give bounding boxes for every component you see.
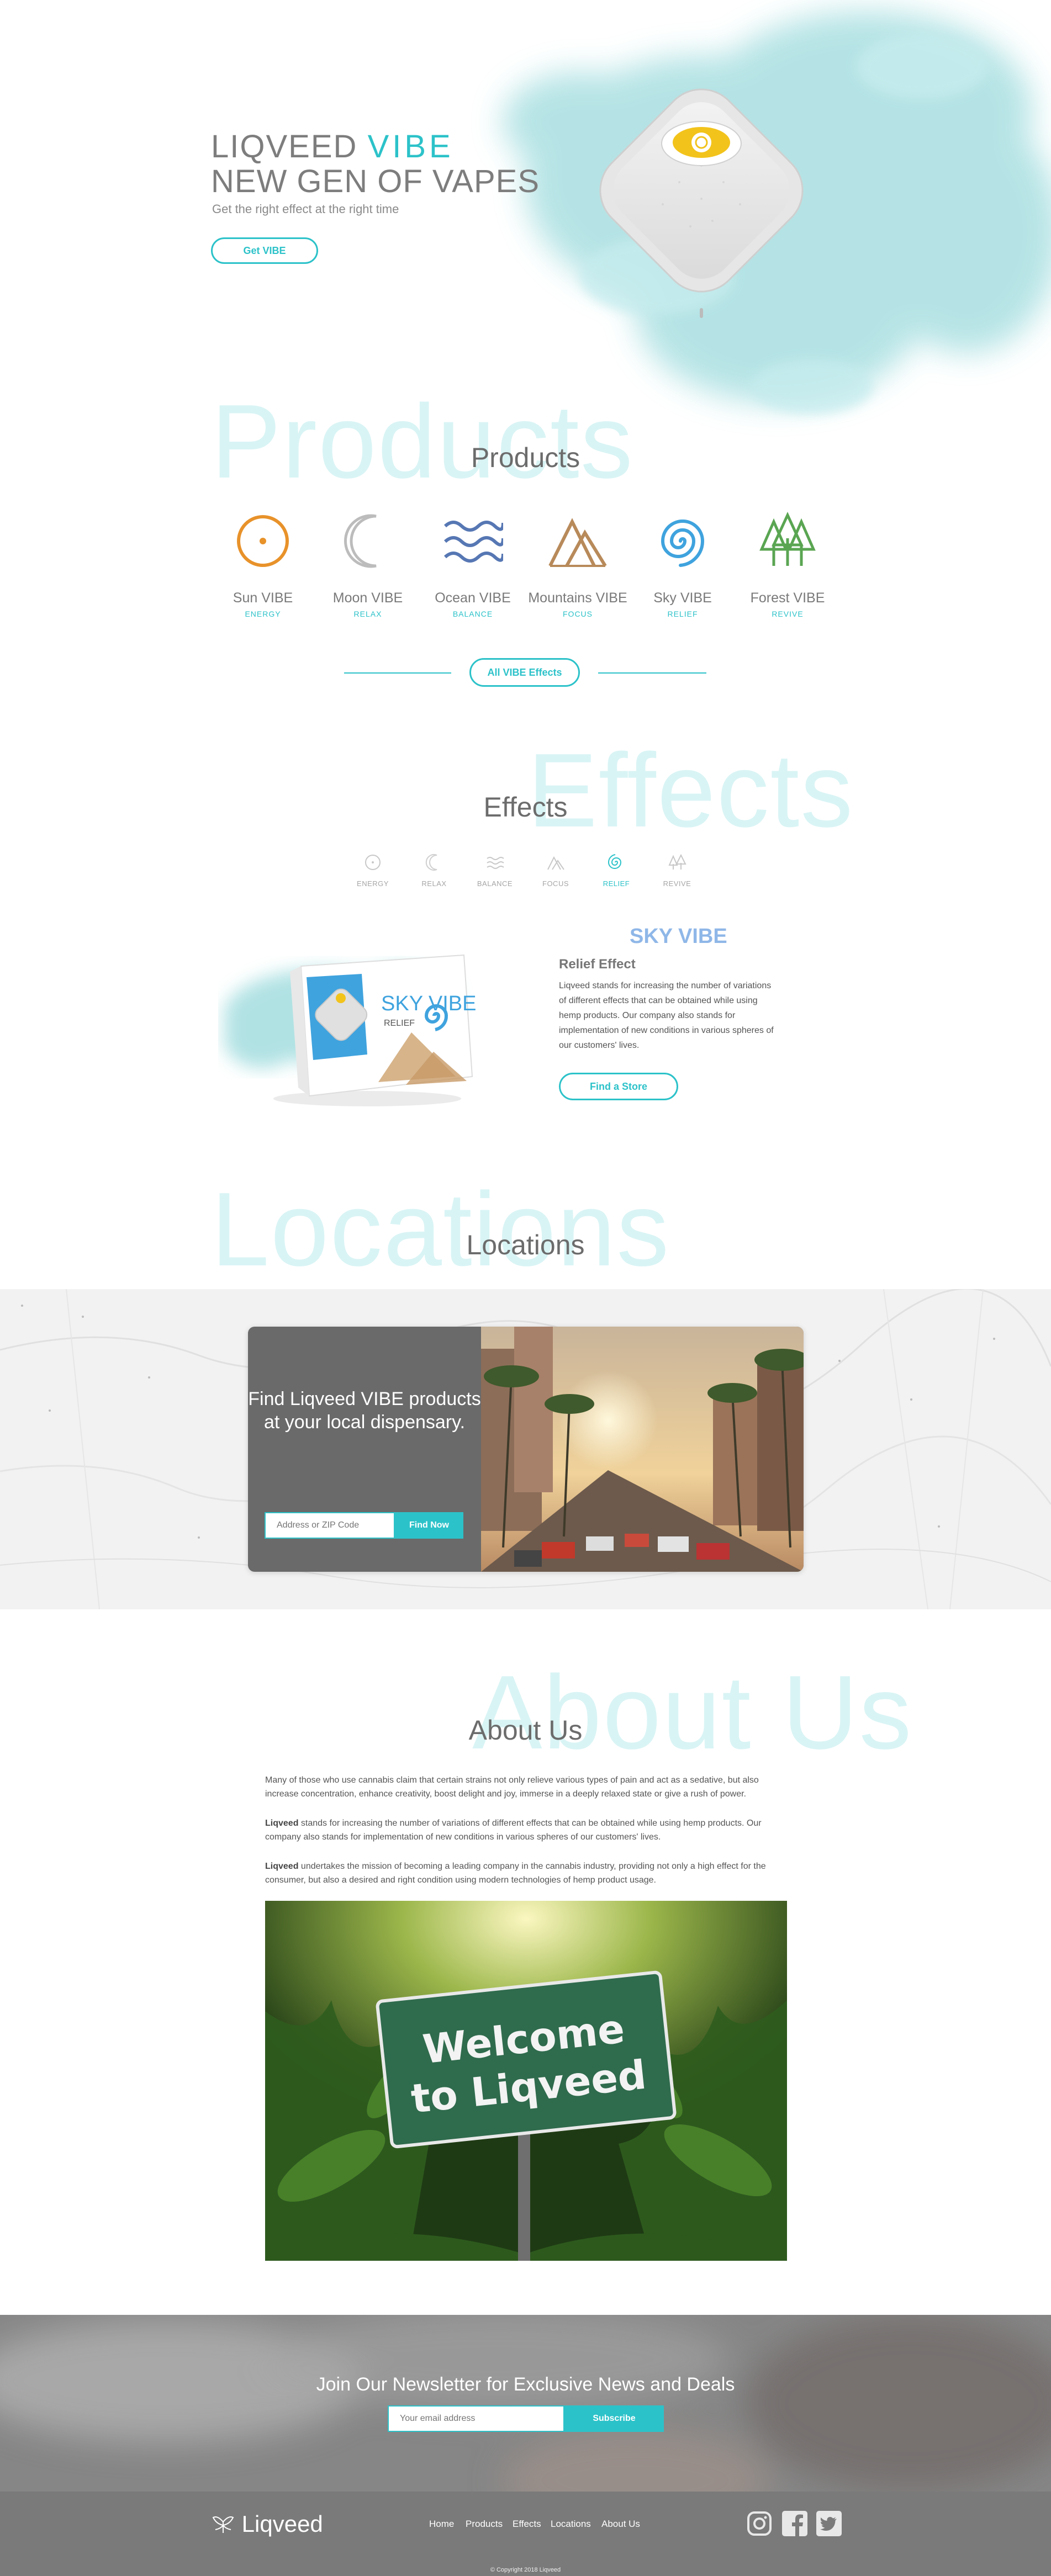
product-sky-vibe[interactable]: Sky VIBE RELIEF <box>630 511 735 618</box>
effect-subtitle: Relief Effect <box>559 957 636 972</box>
divider-right <box>598 672 706 674</box>
vibe-logotype: VIBE <box>367 129 454 165</box>
tab-focus[interactable]: FOCUS <box>531 853 580 888</box>
email-input[interactable] <box>388 2405 564 2432</box>
effects-heading: Effects <box>483 792 568 823</box>
mountains-icon <box>548 518 607 567</box>
product-moon-vibe[interactable]: Moon VIBE RELAX <box>315 511 420 618</box>
address-zip-input[interactable] <box>265 1512 395 1539</box>
product-effect: BALANCE <box>452 609 493 618</box>
smoke-background <box>503 11 1051 414</box>
sky-vibe-box-image: SKY VIBE RELIEF <box>224 954 477 1106</box>
twitter-icon[interactable] <box>816 2511 842 2536</box>
divider-left <box>344 672 451 674</box>
product-name: Sky VIBE <box>653 590 712 606</box>
newsletter-background <box>0 2315 1051 2492</box>
product-effect: REVIVE <box>772 609 804 618</box>
about-paragraph-3: Liqveed undertakes the mission of becomi… <box>265 1859 787 1887</box>
footer-nav-home[interactable]: Home <box>429 2519 454 2530</box>
tab-label: BALANCE <box>477 879 513 888</box>
sun-icon <box>365 855 381 870</box>
mountains-icon <box>547 856 564 870</box>
tab-label: FOCUS <box>542 879 569 888</box>
product-name: Ocean VIBE <box>435 590 511 606</box>
about-heading: About Us <box>468 1715 583 1746</box>
brand-name: Liqveed <box>265 1819 299 1828</box>
footer-logo-text: Liqveed <box>241 2511 323 2537</box>
product-effect: RELAX <box>353 609 382 618</box>
waves-icon <box>443 521 503 563</box>
tab-energy[interactable]: ENERGY <box>348 853 398 888</box>
hero-title-line2: NEW GEN OF VAPES <box>211 163 540 199</box>
facebook-icon[interactable] <box>782 2511 807 2536</box>
tab-label: ENERGY <box>357 879 389 888</box>
product-effect: FOCUS <box>563 609 593 618</box>
street-photo <box>481 1327 804 1572</box>
footer <box>0 2492 1051 2576</box>
instagram-icon[interactable] <box>747 2511 772 2536</box>
waves-icon <box>487 857 504 869</box>
finder-text: Find Liqveed VIBE products at your local… <box>248 1388 481 1433</box>
welcome-sign-photo: Welcome to Liqveed <box>265 1901 787 2261</box>
footer-nav-products[interactable]: Products <box>466 2519 503 2530</box>
about-paragraph-1: Many of those who use cannabis claim tha… <box>265 1775 759 1799</box>
brand-name: Liqveed <box>265 1862 299 1871</box>
about-paragraph-2-text: stands for increasing the number of vari… <box>265 1819 762 1842</box>
about-paragraph-3-text: undertakes the mission of becoming a lea… <box>265 1862 766 1885</box>
footer-nav-locations[interactable]: Locations <box>551 2519 591 2530</box>
copyright-text: © Copyright 2018 Liqveed <box>490 2567 561 2573</box>
effects-ghost-title: Effects <box>527 732 854 849</box>
tab-balance[interactable]: BALANCE <box>470 853 520 888</box>
product-name: Moon VIBE <box>332 590 403 606</box>
newsletter-title: Join Our Newsletter for Exclusive News a… <box>316 2374 735 2395</box>
spiral-icon <box>608 854 622 869</box>
product-sun-vibe[interactable]: Sun VIBE ENERGY <box>210 511 315 618</box>
locations-heading: Locations <box>466 1229 585 1260</box>
trees-icon <box>668 854 686 870</box>
tab-relief[interactable]: RELIEF <box>591 853 641 888</box>
hero-subtitle: Get the right effect at the right time <box>212 202 399 216</box>
find-now-button[interactable]: Find Now <box>395 1512 463 1539</box>
tab-label: RELIEF <box>603 879 630 888</box>
product-name: Mountains VIBE <box>528 590 627 606</box>
subscribe-button[interactable]: Subscribe <box>564 2405 664 2432</box>
product-name: Forest VIBE <box>750 590 825 606</box>
product-effect: RELIEF <box>667 609 698 618</box>
products-heading: Products <box>471 442 580 473</box>
effect-description: Liqveed stands for increasing the number… <box>559 981 774 1050</box>
effect-title: SKY VIBE <box>630 925 727 948</box>
hero-title-prefix: LIQVEED <box>211 129 358 165</box>
moon-icon <box>425 854 437 871</box>
tab-label: REVIVE <box>663 879 691 888</box>
hero-title: LIQVEED VIBE <box>211 128 454 165</box>
leaf-logo-icon <box>212 2516 234 2533</box>
find-a-store-button[interactable]: Find a Store <box>559 1073 678 1100</box>
get-vibe-button[interactable]: Get VIBE <box>211 237 318 264</box>
dispensary-finder-card: Find Liqveed VIBE products at your local… <box>248 1327 804 1572</box>
product-name: Sun VIBE <box>233 590 293 606</box>
product-mountains-vibe[interactable]: Mountains VIBE FOCUS <box>525 511 630 618</box>
footer-logo[interactable]: Liqveed <box>211 2511 323 2537</box>
footer-nav-effects[interactable]: Effects <box>513 2519 541 2530</box>
product-ocean-vibe[interactable]: Ocean VIBE BALANCE <box>420 511 525 618</box>
spiral-icon <box>661 520 705 567</box>
product-effect: ENERGY <box>245 609 281 618</box>
moon-icon <box>344 514 377 568</box>
footer-nav-about-us[interactable]: About Us <box>601 2519 640 2530</box>
trees-icon <box>759 512 816 566</box>
tab-revive[interactable]: REVIVE <box>652 853 702 888</box>
about-ghost-title: About Us <box>472 1654 913 1771</box>
about-paragraph-2: Liqveed stands for increasing the number… <box>265 1816 787 1844</box>
box-effect-text: RELIEF <box>384 1019 415 1028</box>
sun-icon <box>237 515 289 567</box>
tab-label: RELAX <box>421 879 447 888</box>
all-vibe-effects-button[interactable]: All VIBE Effects <box>469 658 580 687</box>
page: LIQVEED VIBE NEW GEN OF VAPES Get the ri… <box>0 0 1051 2576</box>
tab-relax[interactable]: RELAX <box>409 853 459 888</box>
product-forest-vibe[interactable]: Forest VIBE REVIVE <box>735 511 840 618</box>
